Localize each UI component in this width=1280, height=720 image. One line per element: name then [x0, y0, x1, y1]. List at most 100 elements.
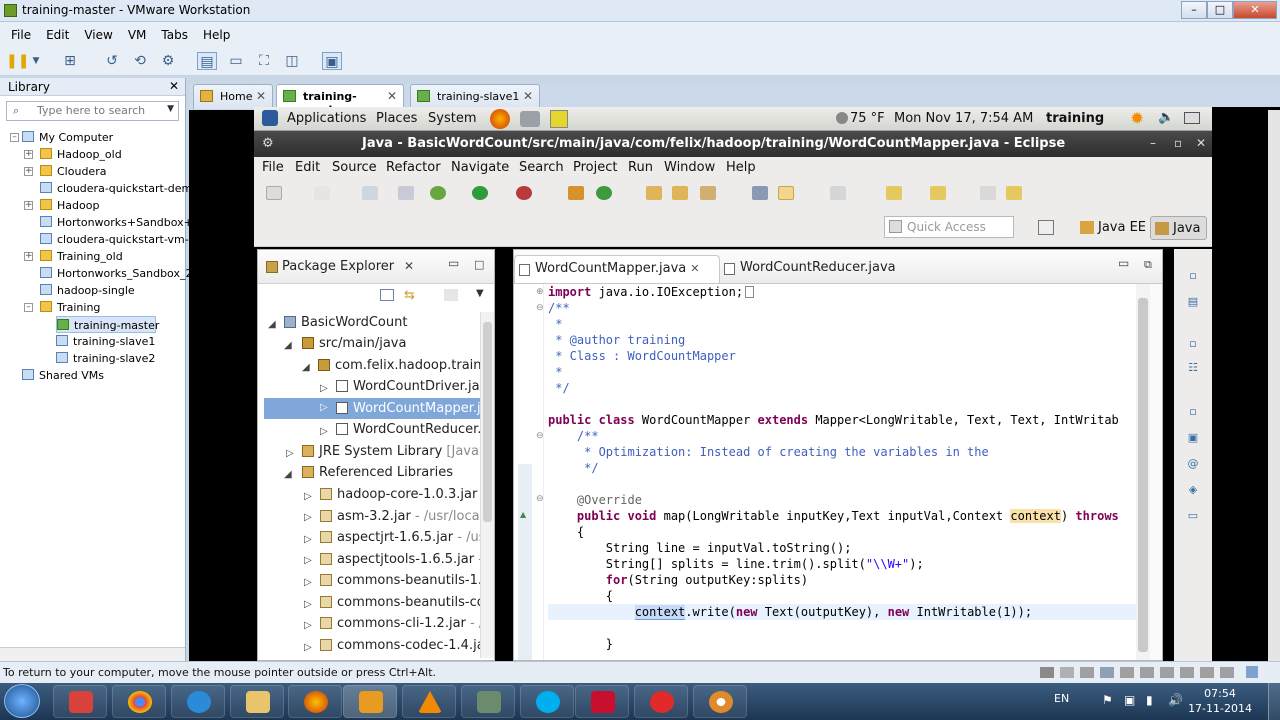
code-line-16[interactable]: {: [548, 524, 584, 540]
package-explorer-scrollbar[interactable]: [480, 312, 494, 658]
jar-node[interactable]: commons-codec-1.4.jar: [320, 635, 490, 656]
expand-icon[interactable]: ▷: [304, 534, 312, 545]
tree-item-vm[interactable]: Hortonworks+Sandbox+: [40, 214, 193, 231]
gnome-menu-applications[interactable]: Applications: [287, 111, 366, 126]
library-close-icon[interactable]: ✕: [169, 79, 179, 93]
collapse-icon[interactable]: ◢: [268, 319, 276, 330]
show-desktop-button[interactable]: [1268, 683, 1280, 720]
tray-icon[interactable]: ▣: [1124, 693, 1135, 707]
restore-icon[interactable]: ▫: [1186, 269, 1200, 282]
quick-access-input[interactable]: Quick Access: [884, 216, 1014, 238]
eclipse-menu-refactor[interactable]: Refactor: [386, 160, 441, 175]
menu-file[interactable]: File: [11, 28, 31, 42]
unity-icon[interactable]: ◫: [282, 52, 302, 70]
clock-datetime[interactable]: Mon Nov 17, 7:54 AM: [894, 111, 1033, 126]
collapse-icon[interactable]: ◢: [284, 340, 292, 351]
tree-item-vm[interactable]: Hortonworks_Sandbox_2: [40, 265, 192, 282]
expand-icon[interactable]: +: [24, 201, 33, 210]
volume-icon[interactable]: 🔊: [1168, 693, 1183, 707]
taskbar-explorer[interactable]: [230, 685, 284, 718]
gnome-menu-places[interactable]: Places: [376, 111, 417, 126]
snapshot-manager-icon[interactable]: ⚙: [158, 52, 178, 70]
view-minimize-icon[interactable]: ▭: [448, 256, 459, 270]
tree-item-hadoop[interactable]: Hadoop: [40, 197, 99, 214]
code-line-23[interactable]: }: [548, 636, 613, 652]
forward-icon[interactable]: [1006, 186, 1022, 200]
eclipse-menu-help[interactable]: Help: [726, 160, 756, 175]
fold-icon[interactable]: ⊖: [536, 494, 544, 504]
serial-port-icon[interactable]: [1220, 667, 1234, 678]
eclipse-menu-search[interactable]: Search: [519, 160, 564, 175]
eclipse-menu-edit[interactable]: Edit: [295, 160, 320, 175]
code-line-6[interactable]: *: [548, 364, 562, 380]
scrollbar-thumb[interactable]: [483, 322, 492, 522]
power-dropdown-icon[interactable]: ▼: [26, 52, 46, 70]
editor-scrollbar[interactable]: [1136, 284, 1150, 660]
tab-wordcountreducer[interactable]: WordCountReducer.java: [720, 255, 930, 283]
network-icon[interactable]: [1184, 112, 1200, 124]
jar-node[interactable]: commons-cli-1.2.jar - /u: [320, 613, 491, 634]
tree-item-vm[interactable]: cloudera-quickstart-vm-: [40, 231, 189, 248]
search-icon[interactable]: [700, 186, 716, 200]
save-icon[interactable]: [314, 186, 330, 200]
library-horizontal-scrollbar[interactable]: [0, 647, 185, 661]
usb-icon[interactable]: [1120, 667, 1134, 678]
taskbar-vmware[interactable]: [343, 685, 397, 718]
show-whitespace-icon[interactable]: [830, 186, 846, 200]
jar-node[interactable]: asm-3.2.jar - /usr/local/: [320, 506, 488, 527]
tab-training-slave1[interactable]: training-slave1 ✕: [410, 84, 540, 109]
expand-icon[interactable]: ▷: [320, 383, 328, 394]
tree-item-hadoop-old[interactable]: Hadoop_old: [40, 146, 122, 163]
collapse-icon[interactable]: ◢: [284, 469, 292, 480]
console-icon[interactable]: ▭: [1186, 509, 1200, 522]
code-line-15[interactable]: public void map(LongWritable inputKey,Te…: [548, 508, 1119, 524]
tree-item-vm[interactable]: hadoop-single: [40, 282, 135, 299]
expand-icon[interactable]: ▷: [304, 599, 312, 610]
print-icon[interactable]: [362, 186, 378, 200]
code-line-2[interactable]: /**: [548, 300, 570, 316]
back-icon[interactable]: [980, 186, 996, 200]
thumbnail-bar-icon[interactable]: ▭: [226, 52, 246, 70]
taskbar-network[interactable]: [461, 685, 515, 718]
jar-node[interactable]: commons-beanutils-1.7: [320, 570, 490, 591]
jre-node[interactable]: JRE System Library [JavaSi: [302, 441, 491, 462]
restore-icon[interactable]: ▫: [1186, 405, 1200, 418]
firefox-icon[interactable]: [490, 109, 510, 129]
code-line-9[interactable]: public class WordCountMapper extends Map…: [548, 412, 1119, 428]
toggle-block-selection-icon[interactable]: [778, 186, 794, 200]
taskbar-app-1[interactable]: [53, 685, 107, 718]
code-line-18[interactable]: String[] splits = line.trim().split("\\W…: [548, 556, 924, 572]
editor-minimize-icon[interactable]: ▭: [1118, 256, 1129, 270]
code-line-11[interactable]: * Optimization: Instead of creating the …: [548, 444, 989, 460]
expand-icon[interactable]: ▷: [304, 577, 312, 588]
taskbar-ie[interactable]: [171, 685, 225, 718]
hard-disk-icon[interactable]: [1040, 667, 1054, 678]
menu-tabs[interactable]: Tabs: [161, 28, 188, 42]
collapse-icon[interactable]: –: [24, 303, 33, 312]
new-java-class-icon[interactable]: [596, 186, 612, 200]
close-button[interactable]: ✕: [1233, 1, 1277, 19]
tab-close-icon[interactable]: ✕: [690, 262, 699, 275]
restore-icon[interactable]: ▫: [1186, 337, 1200, 350]
eclipse-menu-run[interactable]: Run: [628, 160, 653, 175]
code-line-12[interactable]: */: [548, 460, 598, 476]
volume-icon[interactable]: 🔈: [1158, 110, 1174, 125]
tree-item-shared-vms[interactable]: Shared VMs: [22, 367, 104, 384]
full-screen-icon[interactable]: ⛶: [254, 52, 274, 70]
minimize-button[interactable]: –: [1181, 1, 1207, 19]
tab-close-icon[interactable]: ✕: [387, 89, 397, 103]
eclipse-maximize-button[interactable]: ▫: [1174, 136, 1182, 150]
expand-icon[interactable]: ▷: [286, 448, 294, 459]
fold-icon[interactable]: ⊖: [536, 303, 544, 313]
collapse-all-icon[interactable]: [380, 289, 394, 301]
expand-icon[interactable]: ▷: [304, 642, 312, 653]
collapse-icon[interactable]: –: [10, 133, 19, 142]
eclipse-minimize-button[interactable]: –: [1150, 136, 1156, 150]
maximize-button[interactable]: □: [1207, 1, 1233, 19]
eclipse-menu-window[interactable]: Window: [664, 160, 715, 175]
gnome-menu-system[interactable]: System: [428, 111, 476, 126]
javadoc-icon[interactable]: @: [1186, 457, 1200, 470]
expand-icon[interactable]: ▷: [320, 426, 328, 437]
expand-icon[interactable]: +: [24, 150, 33, 159]
tree-item-vm[interactable]: cloudera-quickstart-dem: [40, 180, 192, 197]
